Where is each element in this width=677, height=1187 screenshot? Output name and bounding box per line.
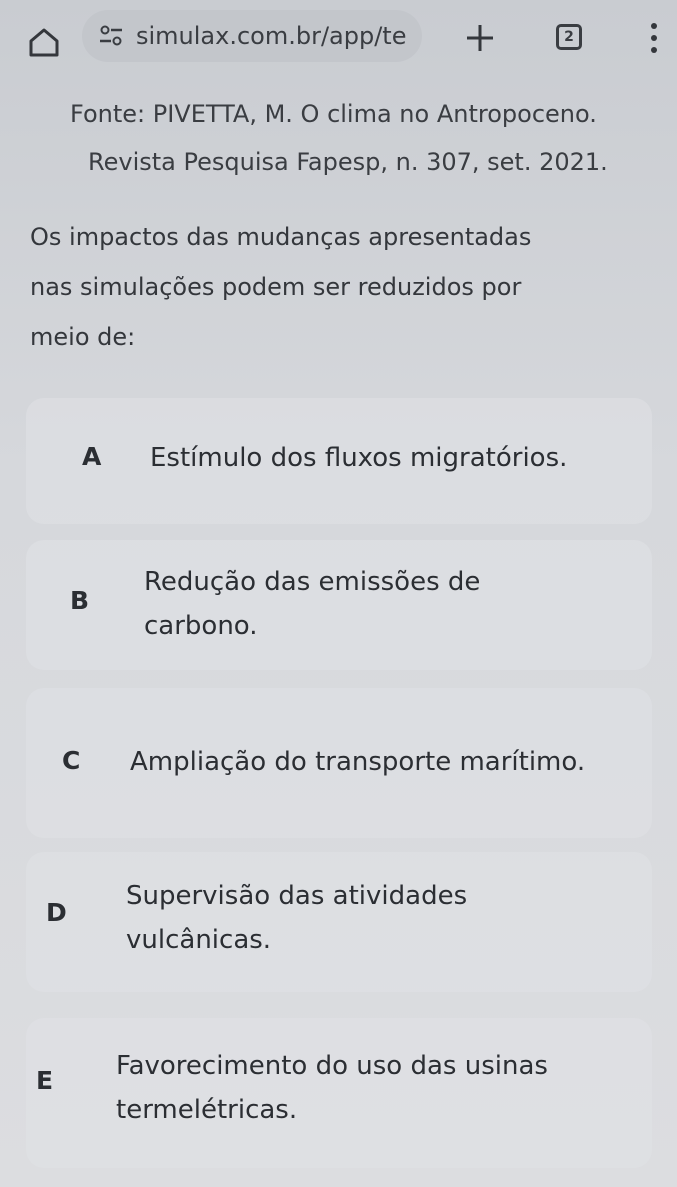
option-letter: C [62,746,81,775]
plus-icon [467,25,493,51]
new-tab-button[interactable] [458,16,502,60]
option-text-line-1: Redução das emissões de [144,567,481,597]
option-letter: A [82,442,102,471]
stem-line-3: meio de: [30,323,136,351]
source-line-1: Fonte: PIVETTA, M. O clima no Antropocen… [70,100,597,128]
url-text[interactable]: simulax.com.br/app/te [136,22,406,50]
answer-option-c[interactable]: C Ampliação do transporte marítimo. [26,688,652,838]
home-icon [29,28,59,57]
option-letter: D [46,898,67,927]
option-text-line-2: vulcânicas. [126,925,272,955]
source-citation: Fonte: PIVETTA, M. O clima no Antropocen… [70,90,670,186]
home-button[interactable] [24,22,64,62]
option-text: Ampliação do transporte marítimo. [130,747,586,777]
question-stem: Os impactos das mudanças apresentadas na… [30,212,650,362]
tune-icon[interactable] [98,23,124,49]
answer-option-b[interactable]: B Redução das emissões de carbono. [26,540,652,670]
tab-switcher-button[interactable]: 2 [556,24,582,50]
option-text-line-2: carbono. [144,611,258,641]
stem-line-2: nas simulações podem ser reduzidos por [30,273,522,301]
page: simulax.com.br/app/te 2 Fonte: PIVETTA, … [0,0,677,1187]
tab-count: 2 [564,29,574,45]
option-text-line-1: Supervisão das atividades [126,881,468,911]
option-text-line-2: termelétricas. [116,1095,298,1125]
option-text-line-1: Favorecimento do uso das usinas [116,1051,548,1081]
answer-option-a[interactable]: A Estímulo dos fluxos migratórios. [26,398,652,524]
stem-line-1: Os impactos das mudanças apresentadas [30,223,532,251]
answer-option-d[interactable]: D Supervisão das atividades vulcânicas. [26,852,652,992]
option-letter: B [70,586,90,615]
source-line-2: Revista Pesquisa Fapesp, n. 307, set. 20… [88,148,608,176]
vertical-dots-icon[interactable] [644,20,664,56]
address-bar[interactable]: simulax.com.br/app/te [82,10,422,62]
answer-option-e[interactable]: E Favorecimento do uso das usinas termel… [26,1018,652,1168]
browser-toolbar: simulax.com.br/app/te 2 [0,0,677,80]
option-letter: E [36,1066,54,1095]
option-text: Estímulo dos fluxos migratórios. [150,443,568,473]
